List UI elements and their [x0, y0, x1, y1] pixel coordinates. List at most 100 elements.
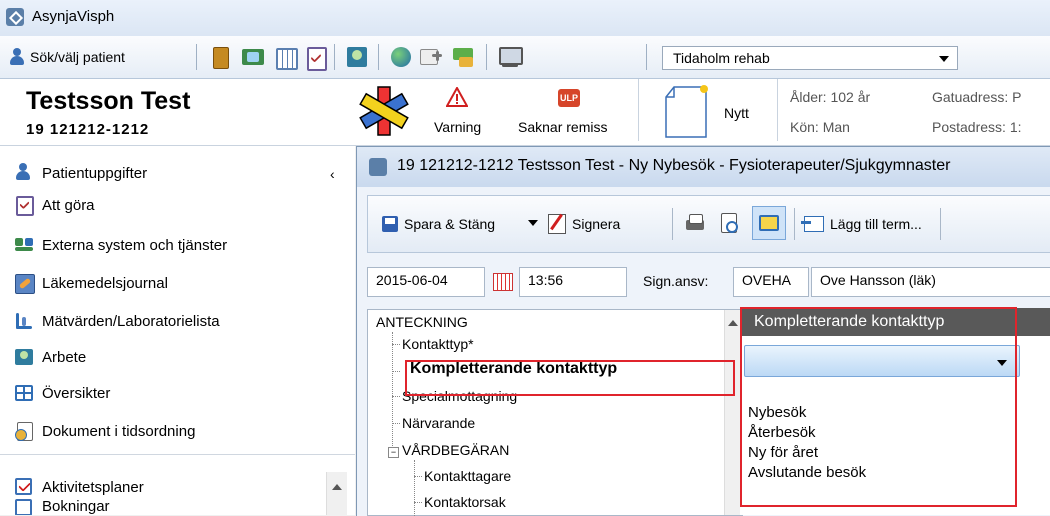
age-label: Ålder: 102 år [790, 89, 871, 105]
external-systems-icon [14, 235, 34, 255]
scroll-up-icon[interactable] [728, 320, 738, 326]
add-term-button[interactable]: Lägg till term... [801, 210, 922, 238]
dialog-title: 19 121212-1212 Testsson Test - Ny Nybesö… [397, 157, 951, 174]
tree-item-contact-reason[interactable]: Kontaktorsak [424, 494, 506, 514]
nav-item-todo[interactable]: Att göra [14, 190, 95, 220]
patient-id: 19 121212-1212 [26, 121, 150, 138]
nav-item-work[interactable]: Arbete [14, 342, 86, 372]
todo-icon [14, 195, 34, 216]
add-term-icon [801, 216, 824, 232]
money-icon[interactable] [450, 44, 476, 70]
toolbar-separator [486, 44, 487, 70]
checklist-icon[interactable] [302, 44, 328, 71]
nav-item-lab-list[interactable]: Mätvärden/Laboratorielista [14, 306, 220, 336]
contact-card-icon[interactable] [344, 44, 370, 70]
nav-item-medication-journal[interactable]: Läkemedelsjournal [14, 268, 168, 298]
patient-icon [14, 163, 34, 183]
tree-group-care-request[interactable]: VÅRDBEGÄRAN [402, 442, 509, 458]
add-term-label: Lägg till term... [830, 216, 922, 232]
note-header-fields: 2015-06-04 13:56 Sign.ansv: OVEHA Ove Ha… [367, 259, 1050, 307]
medical-star-icon[interactable] [358, 83, 410, 139]
save-close-button[interactable]: Spara & Stäng [382, 210, 495, 238]
header-separator [638, 79, 639, 141]
toolbar-separator [940, 208, 941, 240]
app-logo-icon [6, 8, 24, 26]
nav-item-label: Bokningar [42, 498, 110, 515]
journal-book-icon[interactable] [208, 44, 234, 70]
print-icon[interactable] [684, 212, 706, 234]
nav-item-label: Att göra [42, 196, 95, 214]
save-disk-icon [382, 216, 398, 232]
window-title-bar: AsynjaVisph [0, 0, 1050, 36]
gender-label: Kön: Man [790, 119, 850, 135]
search-patient-label: Sök/välj patient [30, 49, 125, 65]
care-unit-value: Tidaholm rehab [673, 50, 770, 66]
new-label: Nytt [724, 105, 749, 121]
activity-plan-icon [14, 477, 34, 497]
add-window-icon[interactable] [418, 44, 444, 70]
highlight-box-panel [740, 307, 1017, 507]
nav-item-label: Läkemedelsjournal [42, 274, 168, 292]
care-unit-select[interactable]: Tidaholm rehab [662, 46, 958, 70]
nav-item-label: Dokument i tidsordning [42, 422, 196, 440]
patient-name: Testsson Test [26, 87, 191, 115]
sign-name-field[interactable]: Ove Hansson (läk) [811, 267, 1050, 297]
dialog-app-icon [369, 158, 387, 176]
postal-address-label: Postadress: 1: [932, 119, 1022, 135]
toolbar-separator [378, 44, 379, 70]
date-field[interactable]: 2015-06-04 [367, 267, 485, 297]
nav-scrollbar[interactable] [326, 472, 347, 515]
tree-item-contact-taker[interactable]: Kontakttagare [424, 468, 511, 484]
nav-item-patient-details[interactable]: Patientuppgifter [14, 158, 147, 188]
nav-item-label: Externa system och tjänster [42, 236, 228, 254]
collapse-chevron-icon[interactable]: ‹ [330, 166, 335, 182]
dialog-toolbar: Spara & Stäng Signera Lägg till term... [367, 195, 1050, 253]
overview-icon [14, 383, 34, 403]
new-document-button[interactable]: Nytt [660, 83, 770, 141]
computer-icon[interactable] [496, 44, 523, 70]
nav-item-external-systems[interactable]: Externa system och tjänster [14, 230, 227, 260]
globe-icon[interactable] [388, 44, 414, 70]
calendar-icon[interactable] [493, 273, 513, 291]
warning-triangle-icon [446, 87, 468, 107]
sign-label: Signera [572, 216, 621, 232]
toolbar-separator [646, 44, 647, 70]
lab-icon [14, 311, 34, 331]
scroll-up-icon[interactable] [332, 484, 342, 490]
nav-item-documents-chronological[interactable]: Dokument i tidsordning [14, 416, 195, 446]
nav-item-bookings[interactable]: Bokningar [14, 498, 110, 515]
booking-icon [14, 498, 34, 515]
medication-icon [14, 273, 35, 294]
nav-item-label: Översikter [42, 384, 111, 402]
ulp-badge: ULP [558, 89, 580, 107]
tree-collapse-icon[interactable]: − [388, 447, 399, 458]
work-icon [14, 347, 34, 367]
highlight-box-tree-item [405, 360, 735, 396]
warning-button[interactable]: Varning [418, 85, 498, 141]
layout-panel-icon [759, 215, 779, 231]
time-field[interactable]: 13:56 [519, 267, 627, 297]
chevron-down-icon [939, 56, 949, 62]
save-options-chevron-icon[interactable] [528, 220, 538, 226]
toolbar-separator [196, 44, 197, 70]
search-patient-button[interactable]: Sök/välj patient [8, 44, 125, 70]
window-title: AsynjaVisph [32, 8, 115, 25]
layout-toggle-button[interactable] [752, 206, 786, 240]
group-icon[interactable] [240, 44, 266, 70]
sign-button[interactable]: Signera [548, 210, 620, 238]
missing-referral-button[interactable]: ULP Saknar remiss [512, 85, 628, 141]
nav-item-overviews[interactable]: Översikter [14, 378, 110, 408]
tree-item-contact-type[interactable]: Kontakttyp* [402, 336, 474, 352]
toolbar-separator [334, 44, 335, 70]
sign-pen-icon [548, 213, 566, 234]
patient-header: Testsson Test 19 121212-1212 Varning ULP… [0, 79, 1050, 146]
print-preview-icon[interactable] [718, 212, 740, 234]
tree-root[interactable]: ANTECKNING [376, 314, 468, 330]
sign-code-field[interactable]: OVEHA [733, 267, 809, 297]
new-document-icon [665, 85, 708, 138]
header-separator [777, 79, 778, 141]
toolbar-separator [794, 208, 795, 240]
calendar-grid-icon[interactable] [272, 44, 298, 70]
note-keyword-tree: ANTECKNING Kontakttyp* Kompletterande ko… [367, 309, 743, 516]
tree-item-present[interactable]: Närvarande [402, 415, 475, 431]
